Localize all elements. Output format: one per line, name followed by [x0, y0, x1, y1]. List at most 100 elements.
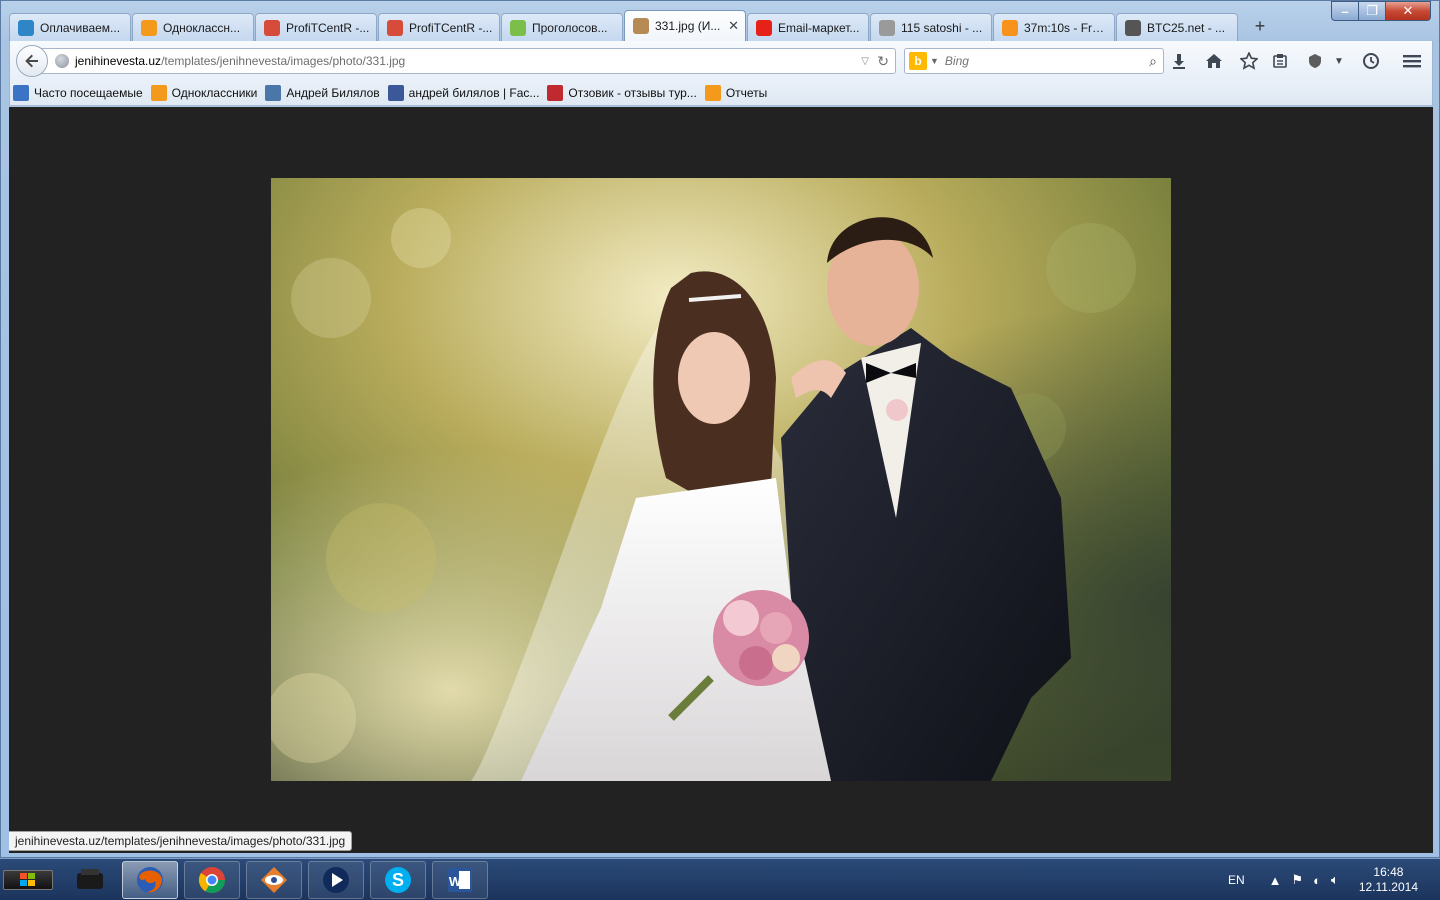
- page-content: jenihinevesta.uz/templates/jenihnevesta/…: [9, 107, 1433, 853]
- tab-title: Проголосов...: [532, 20, 608, 35]
- chrome-icon: [198, 867, 226, 894]
- tab-10[interactable]: BTC25.net - ...: [1116, 13, 1238, 41]
- tab-2[interactable]: Одноклассн...: [132, 13, 254, 41]
- printer-icon: [77, 869, 103, 889]
- svg-text:S: S: [392, 870, 404, 890]
- tab-4[interactable]: ProfiTCentR -...: [378, 13, 500, 41]
- back-button[interactable]: [16, 45, 48, 77]
- volume-icon[interactable]: 🔈︎: [1331, 872, 1339, 888]
- eye-app-icon: [261, 867, 287, 893]
- network-icon[interactable]: ◐: [1313, 873, 1321, 888]
- home-icon[interactable]: [1203, 50, 1225, 72]
- task-word[interactable]: W: [432, 861, 488, 899]
- url-history-dropdown-icon[interactable]: ▽: [861, 56, 869, 67]
- tab-title: 331.jpg (И...: [655, 19, 721, 33]
- maximize-button[interactable]: ❐: [1358, 1, 1385, 21]
- tab-strip: Оплачиваем... Одноклассн... ProfiTCentR -.…: [9, 9, 1299, 41]
- odnoklassniki-icon: [141, 19, 157, 36]
- task-printer-app[interactable]: [62, 861, 118, 899]
- history-icon[interactable]: [1360, 50, 1382, 72]
- engine-dropdown-icon[interactable]: ▼: [930, 56, 939, 66]
- tab-title: Оплачиваем...: [40, 20, 121, 35]
- media-player-icon: [323, 867, 349, 893]
- show-hidden-icons-icon[interactable]: ▲: [1269, 873, 1282, 888]
- downloads-icon[interactable]: [1168, 50, 1190, 72]
- bookmark-label: андрей билялов | Fac...: [408, 86, 540, 100]
- bookmark-item[interactable]: Отчеты: [704, 85, 768, 101]
- youtube-icon: [756, 19, 772, 36]
- bookmark-label: Отзовик - отзывы тур...: [568, 86, 697, 100]
- windows-taskbar: S W EN ▲ ⚑ ◐ 🔈︎ 16:48 12.11.2014: [0, 858, 1440, 900]
- minimize-button[interactable]: –: [1331, 1, 1358, 21]
- status-url-overlay: jenihinevesta.uz/templates/jenihnevesta/…: [9, 831, 353, 851]
- tab-5[interactable]: Проголосов...: [501, 13, 623, 41]
- tab-title: 37m:10s - Fre...: [1024, 20, 1108, 35]
- task-skype[interactable]: S: [370, 861, 426, 899]
- bookmarks-toolbar: Часто посещаемые Одноклассники Андрей Биля…: [9, 81, 1433, 106]
- wedding-photo[interactable]: [271, 178, 1171, 781]
- language-indicator[interactable]: EN: [1228, 873, 1245, 887]
- folder-icon: [13, 85, 29, 101]
- tab-title: Одноклассн...: [163, 20, 241, 35]
- clock-date: 12.11.2014: [1358, 880, 1418, 894]
- window-caption-buttons: – ❐ ✕: [1331, 1, 1431, 21]
- close-tab-icon[interactable]: ✕: [728, 18, 739, 34]
- svg-text:W: W: [449, 874, 462, 889]
- search-input[interactable]: [944, 54, 1135, 68]
- tab-title: BTC25.net - ...: [1147, 20, 1226, 35]
- system-tray: EN ▲ ⚑ ◐ 🔈︎ 16:48 12.11.2014: [1228, 859, 1440, 900]
- bookmark-label: Отчеты: [725, 86, 768, 100]
- action-center-flag-icon[interactable]: ⚑: [1292, 872, 1304, 888]
- navigation-toolbar: jenihinevesta.uz/templates/jenihnevesta/…: [9, 41, 1433, 81]
- image-thumb-icon: [633, 18, 649, 34]
- tab-1[interactable]: Оплачиваем...: [9, 13, 131, 41]
- new-tab-button[interactable]: +: [1247, 13, 1273, 39]
- search-icon[interactable]: ⌕: [1149, 53, 1157, 70]
- reload-icon[interactable]: ↻: [877, 53, 889, 70]
- dots-icon: [510, 19, 526, 36]
- url-path: /templates/jenihnevesta/images/photo/331…: [161, 54, 406, 68]
- addon-dropdown-icon[interactable]: ▼: [1328, 50, 1350, 72]
- back-arrow-icon: [25, 54, 38, 68]
- url-bar[interactable]: jenihinevesta.uz/templates/jenihnevesta/…: [32, 48, 896, 74]
- tab-3[interactable]: ProfiTCentR -...: [255, 13, 377, 41]
- tab-6[interactable]: 331.jpg (И... ✕: [624, 10, 746, 41]
- bar-chart-icon: [264, 19, 280, 36]
- tab-8[interactable]: 115 satoshi - ...: [870, 13, 992, 41]
- close-window-button[interactable]: ✕: [1385, 1, 1431, 21]
- task-chrome[interactable]: [184, 861, 240, 899]
- bookmark-item[interactable]: Часто посещаемые: [13, 85, 143, 101]
- tab-title: ProfiTCentR -...: [409, 20, 493, 35]
- bookmarks-menu-icon[interactable]: [1269, 50, 1291, 72]
- bookmark-item[interactable]: Андрей Билялов: [265, 85, 380, 101]
- tab-7[interactable]: Email-маркет...: [747, 13, 869, 41]
- bookmark-item[interactable]: Одноклассники: [150, 85, 257, 101]
- bing-engine-icon[interactable]: b: [909, 52, 927, 70]
- reports-icon: [704, 85, 721, 101]
- site-identity-icon[interactable]: [55, 54, 69, 68]
- wedding-photo-image: [271, 178, 1171, 781]
- bookmark-label: Андрей Билялов: [286, 86, 380, 100]
- bitcoin-icon: [1002, 19, 1018, 36]
- windows-logo-icon: [20, 873, 35, 886]
- bookmark-item[interactable]: Отзовик - отзывы тур...: [547, 85, 697, 101]
- odnoklassniki-icon: [150, 85, 167, 101]
- btc-icon: [1125, 19, 1141, 36]
- bar-chart-icon: [387, 19, 403, 36]
- bookmark-item[interactable]: андрей билялов | Fac...: [387, 85, 540, 101]
- bookmark-star-icon[interactable]: [1238, 50, 1260, 72]
- start-button[interactable]: [3, 870, 53, 890]
- task-eye-app[interactable]: [246, 861, 302, 899]
- task-media-player[interactable]: [308, 861, 364, 899]
- tab-9[interactable]: 37m:10s - Fre...: [993, 13, 1115, 41]
- firefox-icon: [137, 867, 163, 893]
- coin-icon: [879, 19, 895, 36]
- vk-icon: [265, 85, 282, 101]
- clock[interactable]: 16:48 12.11.2014: [1359, 865, 1418, 895]
- menu-icon[interactable]: [1401, 50, 1423, 72]
- rating-icon: [18, 19, 34, 36]
- task-firefox[interactable]: [122, 861, 178, 899]
- addon-shield-icon[interactable]: [1304, 50, 1326, 72]
- search-bar[interactable]: b ▼ ⌕: [904, 48, 1164, 74]
- url-domain: jenihinevesta.uz: [75, 54, 162, 68]
